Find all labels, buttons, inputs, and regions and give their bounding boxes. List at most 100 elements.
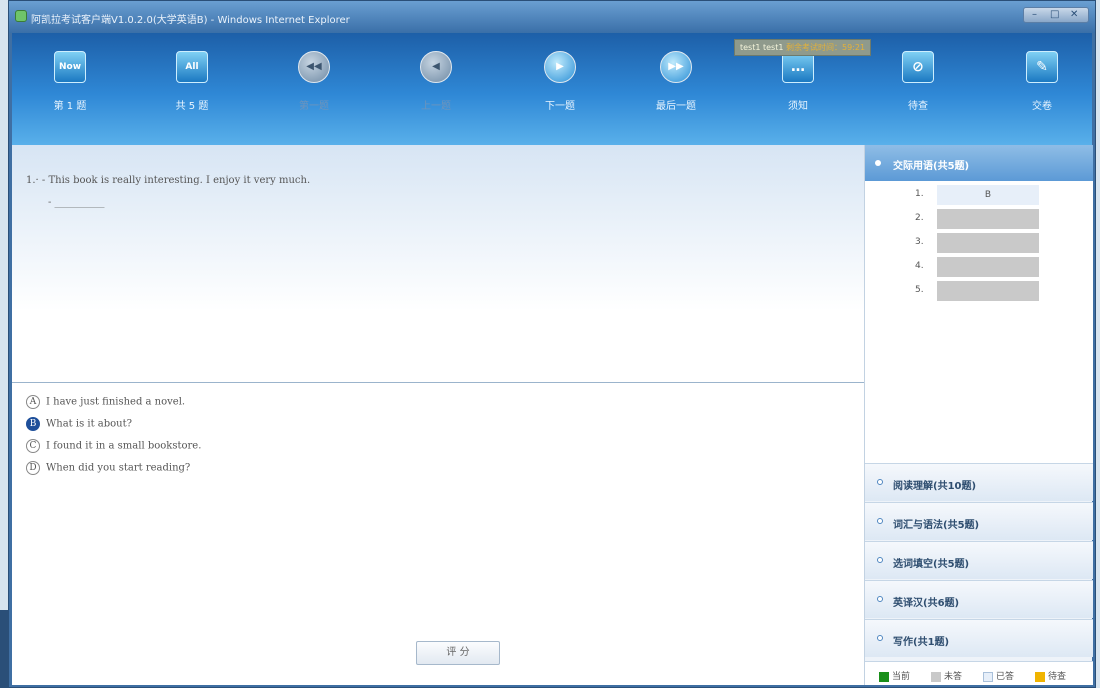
mark-review-label: 待查	[908, 101, 928, 112]
app-icon	[15, 10, 27, 22]
mark-review-button[interactable]: ⊘ 待查	[878, 51, 958, 112]
section-title: 交际用语(共5题)	[893, 161, 970, 172]
title-bar: 阿凯拉考试客户端V1.0.2.0(大学英语B) - Windows Intern…	[9, 1, 1095, 33]
option-d-radio[interactable]: D	[26, 461, 40, 475]
sidebar: 交际用语(共5题) 1. B 2. 3. 4. 5. 阅读理解(共10题) 词汇…	[864, 145, 1093, 685]
section-label: 阅读理解(共10题)	[893, 481, 977, 492]
option-b-text: What is it about?	[46, 418, 132, 430]
section-dot-icon	[875, 160, 881, 166]
tooltip-text-1: test1	[740, 43, 761, 52]
prev-icon: ◀	[420, 51, 452, 83]
legend-current: 当前	[879, 669, 910, 682]
section-reading[interactable]: 阅读理解(共10题)	[865, 463, 1093, 501]
section-vocabulary[interactable]: 词汇与语法(共5题)	[865, 502, 1093, 540]
section-dot-icon	[877, 479, 883, 485]
question-status-box[interactable]	[937, 209, 1039, 229]
section-label: 英译汉(共6题)	[893, 598, 960, 609]
option-c-text: I found it in a small bookstore.	[46, 440, 202, 452]
question-list: 1. B 2. 3. 4. 5.	[865, 181, 1093, 463]
option-b-radio[interactable]: B	[26, 417, 40, 431]
option-a-radio[interactable]: A	[26, 395, 40, 409]
notice-button[interactable]: … 须知	[758, 51, 838, 112]
question-number: 1.	[915, 189, 924, 199]
all-questions-label: 共 5 题	[175, 101, 209, 112]
last-icon: ▶▶	[660, 51, 692, 83]
section-dot-icon	[877, 518, 883, 524]
section-writing[interactable]: 写作(共1题)	[865, 619, 1093, 657]
first-question-button[interactable]: ◀◀ 第一题	[274, 51, 354, 112]
question-number: 5.	[915, 285, 924, 295]
submit-exam-label: 交卷	[1032, 101, 1052, 112]
question-number: 2.	[915, 213, 924, 223]
current-question-button[interactable]: Now 第 1 题	[30, 51, 110, 112]
next-question-button[interactable]: ▶ 下一题	[520, 51, 600, 112]
option-c-radio[interactable]: C	[26, 439, 40, 453]
all-icon: All	[176, 51, 208, 83]
section-label: 词汇与语法(共5题)	[893, 520, 980, 531]
close-icon[interactable]: ✕	[1070, 9, 1078, 20]
submit-exam-button[interactable]: ✎ 交卷	[1002, 51, 1082, 112]
option-b[interactable]: B What is it about?	[26, 417, 132, 433]
question-status-box[interactable]: B	[937, 185, 1039, 205]
window-edge	[0, 610, 8, 688]
question-number: 3.	[915, 237, 924, 247]
tooltip-highlight: 剩余考试时间：59:21	[786, 43, 866, 52]
notice-label: 须知	[788, 101, 808, 112]
next-icon: ▶	[544, 51, 576, 83]
legend-swatch	[879, 671, 889, 682]
status-legend: 当前 未答 已答 待查	[865, 661, 1093, 685]
window-controls[interactable]: – □ ✕	[1023, 7, 1089, 23]
legend-label: 待查	[1048, 672, 1067, 682]
minimize-icon[interactable]: –	[1032, 9, 1037, 20]
legend-answered: 已答	[983, 669, 1014, 682]
last-question-button[interactable]: ▶▶ 最后一题	[636, 51, 716, 112]
option-d-text: When did you start reading?	[46, 462, 191, 474]
app-client: Now 第 1 题 All 共 5 题 ◀◀ 第一题 ◀ 上一题 ▶ 下一题 ▶…	[12, 33, 1093, 685]
question-status-box[interactable]	[937, 257, 1039, 277]
section-dot-icon	[877, 596, 883, 602]
legend-label: 当前	[892, 672, 911, 682]
section-label: 写作(共1题)	[893, 637, 950, 648]
maximize-icon[interactable]: □	[1050, 9, 1059, 20]
first-question-label: 第一题	[299, 101, 329, 112]
legend-unanswered: 未答	[931, 669, 962, 682]
question-status-box[interactable]	[937, 281, 1039, 301]
legend-swatch	[931, 671, 941, 682]
first-icon: ◀◀	[298, 51, 330, 83]
section-dot-icon	[877, 557, 883, 563]
legend-label: 已答	[996, 672, 1015, 682]
section-header-active[interactable]: 交际用语(共5题)	[865, 145, 1093, 181]
legend-review: 待查	[1035, 669, 1066, 682]
question-area: 1.· - This book is really interesting. I…	[12, 145, 864, 383]
legend-swatch	[983, 671, 993, 682]
section-cloze[interactable]: 选词填空(共5题)	[865, 541, 1093, 579]
window-title: 阿凯拉考试客户端V1.0.2.0(大学英语B) - Windows Intern…	[31, 15, 350, 26]
prev-question-button[interactable]: ◀ 上一题	[396, 51, 476, 112]
options-area: A I have just finished a novel. B What is …	[12, 383, 864, 685]
section-translation[interactable]: 英译汉(共6题)	[865, 580, 1093, 618]
legend-swatch	[1035, 671, 1045, 682]
now-icon: Now	[54, 51, 86, 83]
score-button[interactable]: 评 分	[416, 641, 500, 665]
question-status-box[interactable]	[937, 233, 1039, 253]
next-question-label: 下一题	[545, 101, 575, 112]
status-tooltip: test1 test1 剩余考试时间：59:21	[734, 39, 872, 56]
question-blank: - __________	[48, 197, 105, 208]
legend-label: 未答	[944, 672, 963, 682]
question-text: 1.· - This book is really interesting. I…	[26, 175, 311, 186]
option-a-text: I have just finished a novel.	[46, 396, 186, 408]
prev-question-label: 上一题	[421, 101, 451, 112]
option-d[interactable]: D When did you start reading?	[26, 461, 190, 477]
question-number: 4.	[915, 261, 924, 271]
all-questions-button[interactable]: All 共 5 题	[152, 51, 232, 112]
last-question-label: 最后一题	[656, 101, 696, 112]
submit-icon: ✎	[1026, 51, 1058, 83]
browser-window: 阿凯拉考试客户端V1.0.2.0(大学英语B) - Windows Intern…	[8, 0, 1096, 688]
option-c[interactable]: C I found it in a small bookstore.	[26, 439, 201, 455]
mark-icon: ⊘	[902, 51, 934, 83]
tooltip-text-2: test1	[763, 43, 784, 52]
toolbar: Now 第 1 题 All 共 5 题 ◀◀ 第一题 ◀ 上一题 ▶ 下一题 ▶…	[12, 33, 1092, 145]
option-a[interactable]: A I have just finished a novel.	[26, 395, 185, 411]
section-label: 选词填空(共5题)	[893, 559, 970, 570]
current-question-label: 第 1 题	[53, 101, 87, 112]
